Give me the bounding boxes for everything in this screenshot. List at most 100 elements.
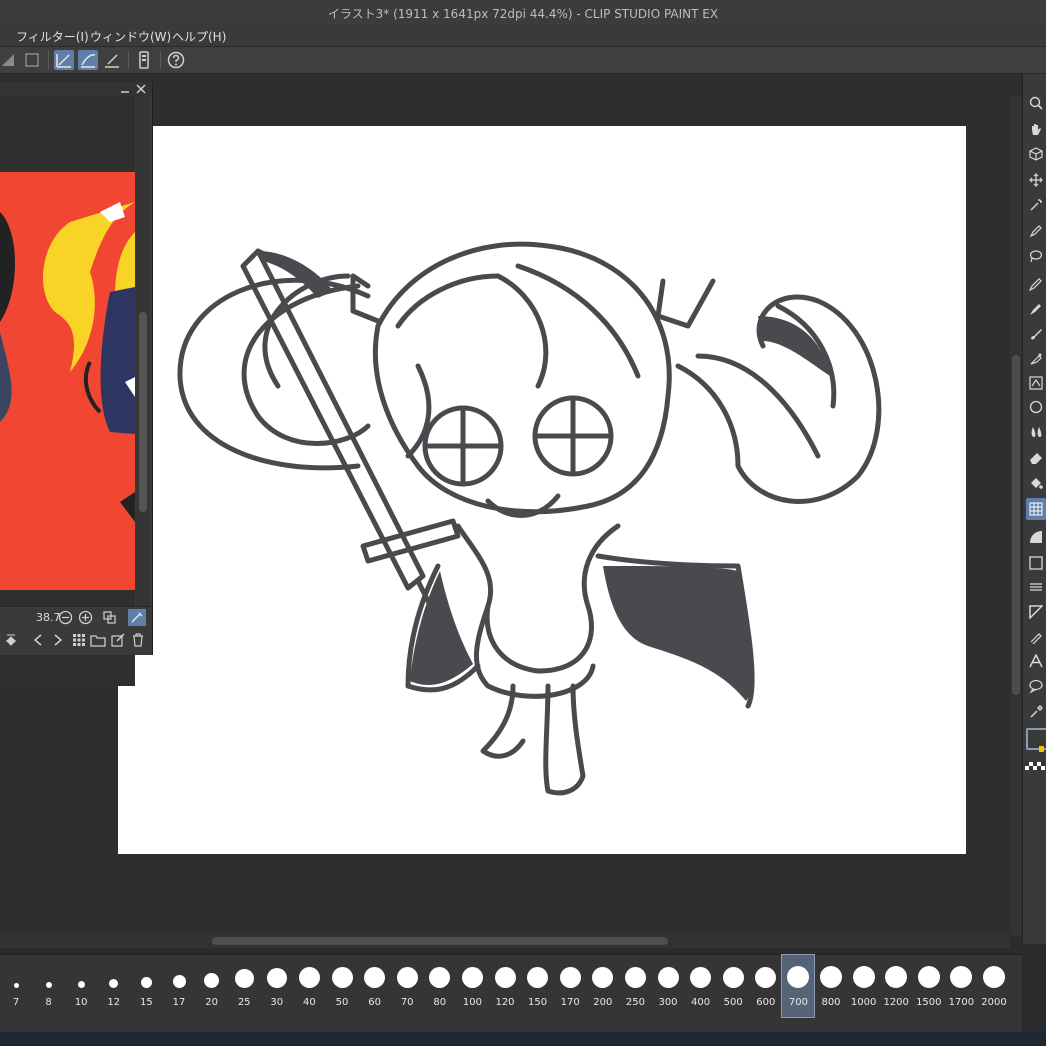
- brush-size-label: 1000: [850, 997, 877, 1008]
- zoom-in-icon[interactable]: [78, 610, 93, 625]
- ruler-tool-icon[interactable]: [1029, 605, 1043, 619]
- zoom-value: 38.7: [36, 611, 61, 624]
- brush-tool-icon[interactable]: [1029, 327, 1043, 341]
- circle-tool-icon[interactable]: [1029, 400, 1043, 414]
- blend-tool-icon[interactable]: [1029, 425, 1043, 439]
- auto-select-tool-icon[interactable]: [1029, 198, 1043, 212]
- grid-ruler-tool-active[interactable]: [1026, 498, 1046, 520]
- fill-tool-icon[interactable]: [1029, 476, 1043, 490]
- snap-to-special-ruler-icon[interactable]: [78, 50, 98, 70]
- square-icon[interactable]: [22, 50, 42, 70]
- eraser-tool-icon[interactable]: [1029, 451, 1043, 465]
- brush-size-preset[interactable]: 100: [456, 955, 488, 1017]
- brush-size-preset[interactable]: 500: [717, 955, 749, 1017]
- brush-size-preset[interactable]: 30: [261, 955, 293, 1017]
- brush-size-preset[interactable]: 70: [391, 955, 423, 1017]
- brush-size-preset[interactable]: 170: [554, 955, 586, 1017]
- gradient-tool-icon[interactable]: [1029, 530, 1043, 544]
- brush-size-label: 500: [723, 997, 743, 1008]
- brush-size-preset[interactable]: 1200: [880, 955, 912, 1017]
- brush-size-label: 30: [270, 997, 284, 1008]
- fit-window-icon[interactable]: [102, 610, 117, 625]
- navigator-scroll-thumb[interactable]: [139, 312, 147, 512]
- brush-size-label: 200: [593, 997, 613, 1008]
- zoom-tool-icon[interactable]: [1029, 96, 1043, 110]
- brush-size-preset[interactable]: 300: [652, 955, 684, 1017]
- decoration-tool-icon[interactable]: [1029, 376, 1043, 390]
- brush-size-preset[interactable]: 2000: [978, 955, 1010, 1017]
- move-tool-icon[interactable]: [1029, 173, 1043, 187]
- edit-icon[interactable]: [111, 633, 125, 647]
- snap-off-icon[interactable]: [0, 50, 20, 70]
- brush-size-preset[interactable]: 20: [196, 955, 228, 1017]
- menu-help[interactable]: ヘルプ(H): [172, 28, 226, 45]
- minimize-icon[interactable]: [120, 84, 130, 94]
- drawing-canvas[interactable]: [118, 126, 966, 854]
- brush-size-preset[interactable]: 1500: [913, 955, 945, 1017]
- brush-size-preset[interactable]: 120: [489, 955, 521, 1017]
- brush-size-preset[interactable]: 200: [587, 955, 619, 1017]
- brush-size-preset[interactable]: 40: [293, 955, 325, 1017]
- eyedropper-tool-icon[interactable]: [1029, 705, 1043, 719]
- brush-size-preset[interactable]: 15: [130, 955, 162, 1017]
- close-icon[interactable]: [136, 84, 146, 94]
- flip-vertical-icon[interactable]: [4, 633, 18, 647]
- brush-size-preset[interactable]: 400: [685, 955, 717, 1017]
- brush-size-label: 800: [821, 997, 841, 1008]
- brush-size-preset[interactable]: 60: [359, 955, 391, 1017]
- menu-filter[interactable]: フィルター(I): [16, 28, 89, 45]
- brush-size-preset[interactable]: 800: [815, 955, 847, 1017]
- airbrush-tool-icon[interactable]: [1029, 352, 1043, 366]
- zoom-out-icon[interactable]: [58, 610, 73, 625]
- correct-line-tool-icon[interactable]: [1029, 630, 1043, 644]
- device-icon[interactable]: [134, 50, 154, 70]
- brush-size-dot: [820, 966, 842, 988]
- brush-size-preset[interactable]: 1000: [848, 955, 880, 1017]
- next-icon[interactable]: [52, 633, 64, 647]
- brush-size-dot: [140, 977, 152, 988]
- lasso-tool-icon[interactable]: [1029, 249, 1043, 263]
- layers-tool-icon[interactable]: [1029, 580, 1043, 594]
- navigator-preview-image[interactable]: [0, 172, 135, 590]
- brush-size-preset[interactable]: 7: [0, 955, 32, 1017]
- canvas-vertical-scroll-thumb[interactable]: [1012, 355, 1020, 695]
- previous-icon[interactable]: [32, 633, 44, 647]
- fountain-pen-tool-icon[interactable]: [1029, 302, 1043, 316]
- brush-size-label: 70: [400, 997, 414, 1008]
- brush-size-preset[interactable]: 600: [750, 955, 782, 1017]
- brush-size-label: 1500: [916, 997, 942, 1008]
- hand-tool-icon[interactable]: [1029, 122, 1043, 136]
- brush-size-preset[interactable]: 8: [33, 955, 65, 1017]
- navigator-header: [0, 82, 152, 96]
- brush-size-dot: [234, 969, 254, 988]
- brush-size-preset[interactable]: 700: [781, 954, 816, 1018]
- object-tool-icon[interactable]: [1029, 147, 1043, 161]
- eyedropper-icon[interactable]: [128, 609, 146, 626]
- transparent-color-icon[interactable]: [1025, 762, 1045, 770]
- brush-size-preset[interactable]: 25: [228, 955, 260, 1017]
- brush-size-label: 7: [12, 997, 20, 1008]
- pencil-tool-icon[interactable]: [1029, 277, 1043, 291]
- brush-size-preset[interactable]: 1700: [945, 955, 977, 1017]
- snap-to-ruler-icon[interactable]: [54, 50, 74, 70]
- brush-size-preset[interactable]: 50: [326, 955, 358, 1017]
- canvas-horizontal-scroll-thumb[interactable]: [212, 937, 668, 945]
- menu-window[interactable]: ウィンドウ(W): [90, 28, 171, 45]
- sub-color-swatch[interactable]: [1039, 746, 1044, 752]
- text-tool-icon[interactable]: [1029, 654, 1043, 668]
- frame-tool-icon[interactable]: [1029, 556, 1043, 570]
- brush-size-preset[interactable]: 17: [163, 955, 195, 1017]
- grid-view-icon[interactable]: [72, 633, 86, 647]
- help-icon[interactable]: [166, 50, 186, 70]
- brush-size-preset[interactable]: 12: [98, 955, 130, 1017]
- brush-size-preset[interactable]: 150: [522, 955, 554, 1017]
- snap-to-grid-icon[interactable]: [102, 50, 122, 70]
- brush-size-preset[interactable]: 80: [424, 955, 456, 1017]
- trash-icon[interactable]: [131, 633, 145, 647]
- pen-tool-icon[interactable]: [1029, 224, 1043, 238]
- brush-size-label: 60: [368, 997, 381, 1008]
- open-folder-icon[interactable]: [90, 633, 106, 647]
- brush-size-preset[interactable]: 250: [619, 955, 651, 1017]
- brush-size-preset[interactable]: 10: [65, 955, 97, 1017]
- balloon-tool-icon[interactable]: [1029, 679, 1043, 693]
